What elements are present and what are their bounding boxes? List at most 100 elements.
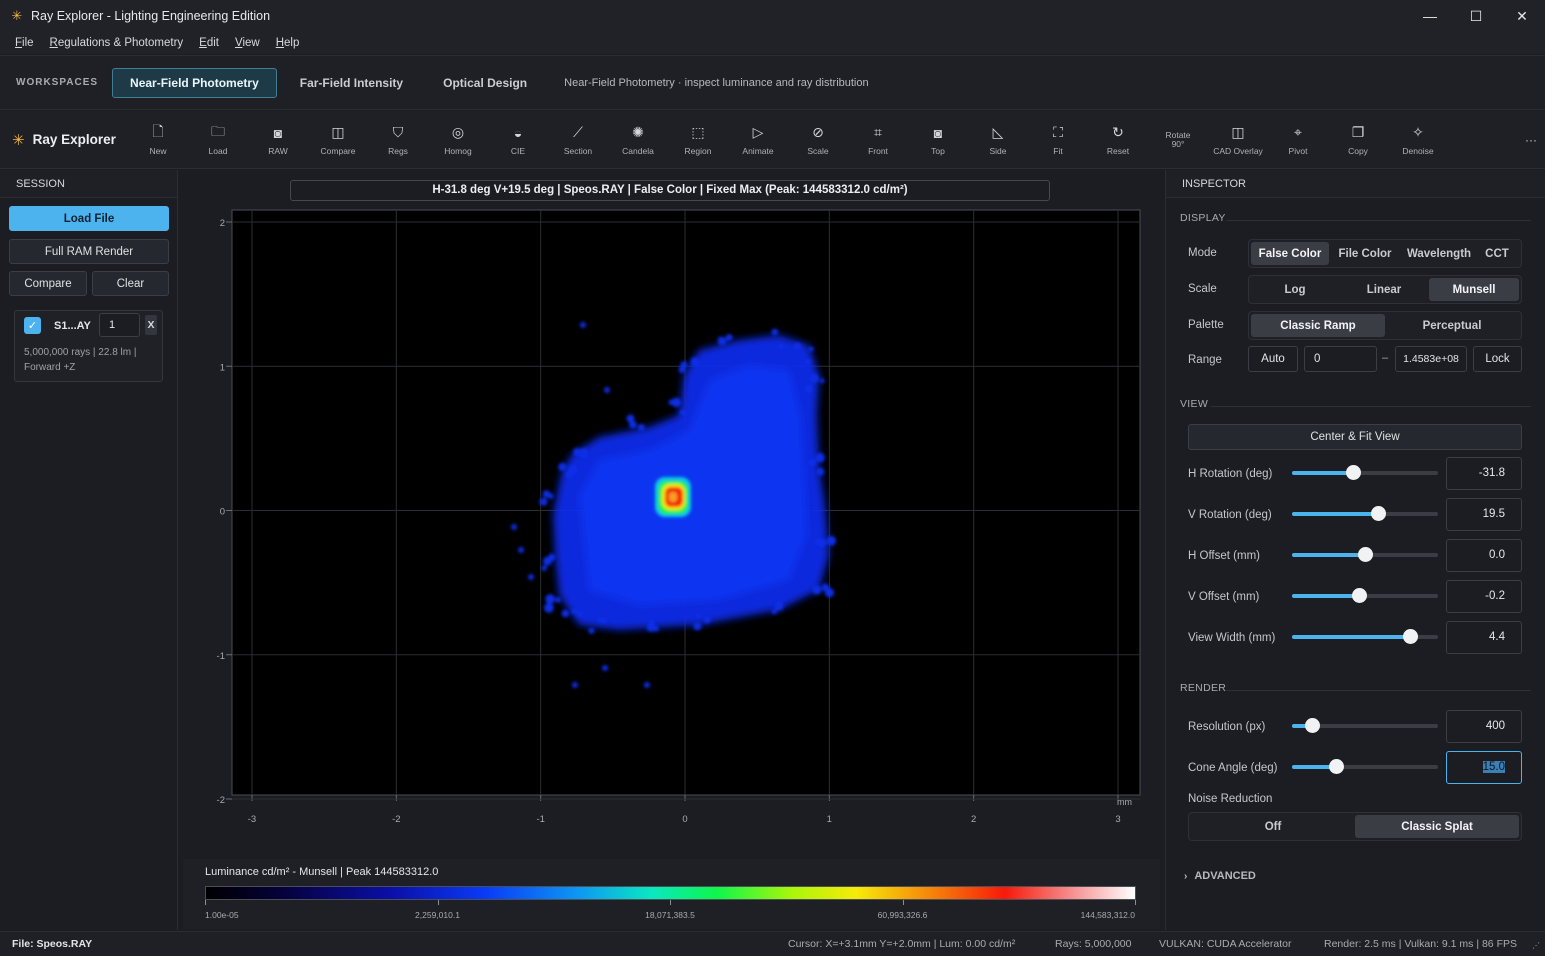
view-slider-label: View Width (mm) — [1188, 632, 1276, 644]
tool-regs[interactable]: ⛉ Regs — [368, 111, 428, 169]
mode-cct[interactable]: CCT — [1477, 242, 1517, 265]
resolution-slider-knob[interactable] — [1305, 718, 1321, 733]
tool-label: Copy — [1348, 145, 1368, 156]
menu-item-3[interactable]: View — [227, 37, 268, 49]
slider-knob[interactable] — [1346, 465, 1362, 480]
tool-region[interactable]: ⬚ Region — [668, 111, 728, 169]
tool-raw[interactable]: ◙ RAW — [248, 111, 308, 169]
mode-file-color[interactable]: File Color — [1329, 242, 1401, 265]
slider-knob[interactable] — [1371, 506, 1387, 521]
view-slider[interactable] — [1292, 588, 1438, 603]
tab-far-field-intensity[interactable]: Far-Field Intensity — [283, 68, 420, 98]
view-slider[interactable] — [1292, 629, 1438, 644]
advanced-toggle[interactable]: › ADVANCED — [1184, 870, 1256, 882]
remove-file-button[interactable]: X — [145, 315, 157, 335]
resize-grip-icon[interactable]: ⋰ — [1532, 941, 1540, 950]
tab-optical-design[interactable]: Optical Design — [426, 68, 544, 98]
more-tools-button[interactable]: ··· — [1525, 133, 1537, 147]
noise-reduction-label: Noise Reduction — [1188, 793, 1273, 805]
menu-item-1[interactable]: Regulations & Photometry — [42, 37, 192, 49]
cone-angle-slider[interactable] — [1292, 759, 1438, 774]
noise-off[interactable]: Off — [1191, 815, 1355, 838]
center-fit-view-button[interactable]: Center & Fit View — [1188, 424, 1522, 450]
load-file-button[interactable]: Load File — [9, 206, 169, 231]
menu-item-2[interactable]: Edit — [191, 37, 227, 49]
menu-item-0[interactable]: File — [7, 37, 42, 49]
compare-button[interactable]: Compare — [9, 271, 87, 296]
tab-near-field-photometry[interactable]: Near-Field Photometry — [112, 67, 277, 98]
slider-fill — [1292, 635, 1411, 639]
slider-knob[interactable] — [1403, 629, 1419, 644]
tool-cie[interactable]: ◒ CIE — [488, 111, 548, 169]
resolution-slider[interactable] — [1292, 718, 1438, 733]
view-slider-value[interactable]: -31.8 — [1446, 457, 1522, 490]
y-tick-label: 2 — [220, 218, 225, 229]
slider-knob[interactable] — [1352, 588, 1368, 603]
scale-log[interactable]: Log — [1251, 278, 1339, 301]
ray-dot — [548, 553, 556, 562]
mode-wavelength[interactable]: Wavelength — [1401, 242, 1477, 265]
tool-top[interactable]: ◙ Top — [908, 111, 968, 169]
clear-button[interactable]: Clear — [92, 271, 169, 296]
view-divider — [1210, 406, 1531, 407]
minimize-button[interactable]: — — [1407, 0, 1453, 32]
scale-munsell[interactable]: Munsell — [1429, 278, 1519, 301]
tool-denoise[interactable]: ✧ Denoise — [1388, 111, 1448, 169]
status-backend: VULKAN: CUDA Accelerator — [1159, 938, 1292, 950]
tool-reset[interactable]: ↻ Reset — [1088, 111, 1148, 169]
view-slider[interactable] — [1292, 465, 1438, 480]
close-button[interactable]: ✕ — [1499, 0, 1545, 32]
tool-section[interactable]: ⟋ Section — [548, 111, 608, 169]
range-min-input[interactable]: 0 — [1304, 346, 1377, 372]
menu-item-4[interactable]: Help — [268, 37, 308, 49]
tool-pivot[interactable]: ⌖ Pivot — [1268, 111, 1328, 169]
tool-copy[interactable]: ❐ Copy — [1328, 111, 1388, 169]
tool-compare[interactable]: ◫ Compare — [308, 111, 368, 169]
view-slider-value[interactable]: -0.2 — [1446, 580, 1522, 613]
tool-side[interactable]: ◺ Side — [968, 111, 1028, 169]
view-slider-label: V Rotation (deg) — [1188, 509, 1272, 521]
slider-knob[interactable] — [1358, 547, 1373, 562]
full-ram-render-button[interactable]: Full RAM Render — [9, 239, 169, 264]
view-header: H-31.8 deg V+19.5 deg | Speos.RAY | Fals… — [290, 180, 1050, 201]
tool-fit[interactable]: ⛶ Fit — [1028, 111, 1088, 169]
tool-load[interactable]: 🗀 Load — [188, 111, 248, 169]
view-slider[interactable] — [1292, 506, 1438, 521]
tool-animate[interactable]: ▷ Animate — [728, 111, 788, 169]
ray-dot — [812, 585, 822, 595]
cone-angle-slider-knob[interactable] — [1328, 759, 1344, 774]
range-max-input[interactable]: 1.4583e+08 — [1395, 346, 1467, 372]
ray-dot — [717, 336, 723, 342]
tool-candela[interactable]: ✺ Candela — [608, 111, 668, 169]
mode-false-color[interactable]: False Color — [1251, 242, 1329, 265]
ray-dot — [793, 342, 802, 351]
tool-label: Animate — [742, 145, 774, 156]
view-slider[interactable] — [1292, 547, 1438, 562]
tool-cad-overlay[interactable]: ◫ CAD Overlay — [1208, 111, 1268, 169]
view-slider-value[interactable]: 19.5 — [1446, 498, 1522, 531]
tool-label: Regs — [388, 145, 408, 156]
maximize-button[interactable]: ☐ — [1453, 0, 1499, 32]
view-slider-value[interactable]: 4.4 — [1446, 621, 1522, 654]
resolution-input[interactable]: 400 — [1446, 710, 1522, 743]
tool-rotate-90[interactable]: Rotate 90° — [1148, 111, 1208, 169]
range-auto-button[interactable]: Auto — [1248, 346, 1298, 372]
view-slider-value[interactable]: 0.0 — [1446, 539, 1522, 572]
cone-angle-input[interactable]: 15.0 — [1446, 751, 1522, 784]
file-index-input[interactable]: 1 — [99, 313, 140, 337]
noise-classic-splat[interactable]: Classic Splat — [1355, 815, 1519, 838]
scale-linear[interactable]: Linear — [1339, 278, 1429, 301]
tool-front[interactable]: ⌗ Front — [848, 111, 908, 169]
cad-overlay-icon: ◫ — [1231, 124, 1245, 140]
tool-new[interactable]: 🗋 New — [128, 111, 188, 169]
range-lock-button[interactable]: Lock — [1473, 346, 1522, 372]
tool-scale[interactable]: ⊘ Scale — [788, 111, 848, 169]
tool-homog[interactable]: ◎ Homog — [428, 111, 488, 169]
tool-label: Pivot — [1288, 145, 1308, 156]
palette-classic-ramp[interactable]: Classic Ramp — [1251, 314, 1385, 337]
palette-perceptual[interactable]: Perceptual — [1385, 314, 1519, 337]
ray-dot — [819, 378, 825, 384]
luminance-plot[interactable]: -3 -2 -1 0 1 2 3 2 1 0 -1 -2 mm — [179, 205, 1164, 825]
file-visible-checkbox[interactable]: ✓ — [24, 317, 41, 334]
tool-label: Front — [868, 145, 888, 156]
